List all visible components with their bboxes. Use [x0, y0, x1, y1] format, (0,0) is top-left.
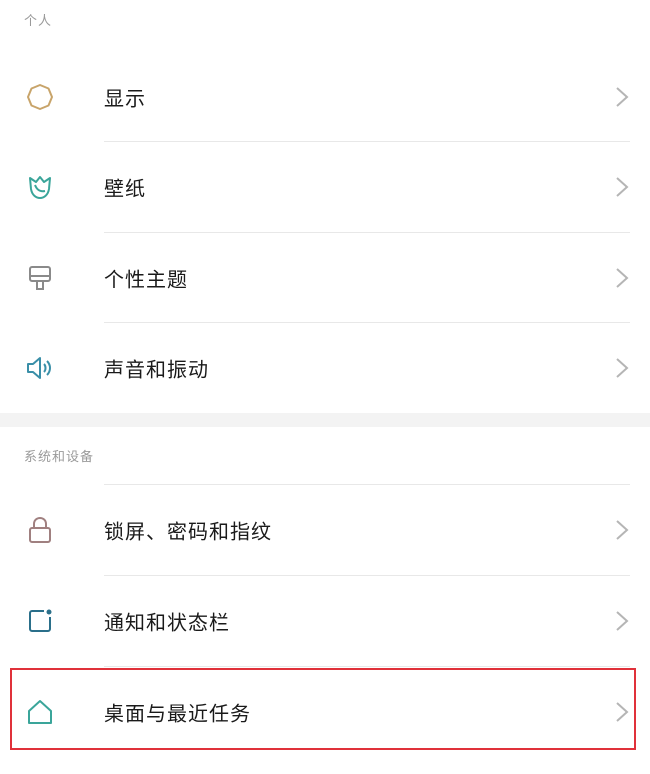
section-header-personal: 个人	[24, 14, 53, 29]
settings-item-theme[interactable]: 个性主题	[0, 233, 650, 323]
settings-item-display[interactable]: 显示	[0, 52, 650, 142]
settings-item-label: 通知和状态栏	[104, 610, 230, 635]
settings-item-label: 壁纸	[104, 176, 146, 201]
home-icon	[24, 696, 56, 728]
settings-item-label: 显示	[104, 86, 146, 111]
brightness-icon	[24, 81, 56, 113]
settings-item-label: 桌面与最近任务	[104, 701, 251, 726]
settings-item-notification[interactable]: 通知和状态栏	[0, 576, 650, 666]
settings-item-label: 个性主题	[104, 267, 188, 292]
chevron-right-icon	[614, 356, 630, 380]
section-separator	[0, 413, 650, 427]
chevron-right-icon	[614, 175, 630, 199]
settings-item-label: 声音和振动	[104, 357, 209, 382]
settings-item-home-recents[interactable]: 桌面与最近任务	[0, 667, 650, 757]
settings-item-wallpaper[interactable]: 壁纸	[0, 142, 650, 232]
wallpaper-flower-icon	[24, 171, 56, 203]
section-header-system: 系统和设备	[24, 450, 95, 465]
settings-item-lock[interactable]: 锁屏、密码和指纹	[0, 485, 650, 575]
settings-page: 个人 显示 壁纸 个性主题 声音和振动 系统和设备 锁屏、密码和指纹 通知和状态…	[0, 0, 650, 774]
chevron-right-icon	[614, 85, 630, 109]
chevron-right-icon	[614, 700, 630, 724]
theme-brush-icon	[24, 262, 56, 294]
lock-icon	[24, 514, 56, 546]
chevron-right-icon	[614, 609, 630, 633]
settings-item-sound[interactable]: 声音和振动	[0, 323, 650, 413]
settings-item-label: 锁屏、密码和指纹	[104, 519, 272, 544]
speaker-icon	[24, 352, 56, 384]
notification-icon	[24, 605, 56, 637]
chevron-right-icon	[614, 266, 630, 290]
chevron-right-icon	[614, 518, 630, 542]
